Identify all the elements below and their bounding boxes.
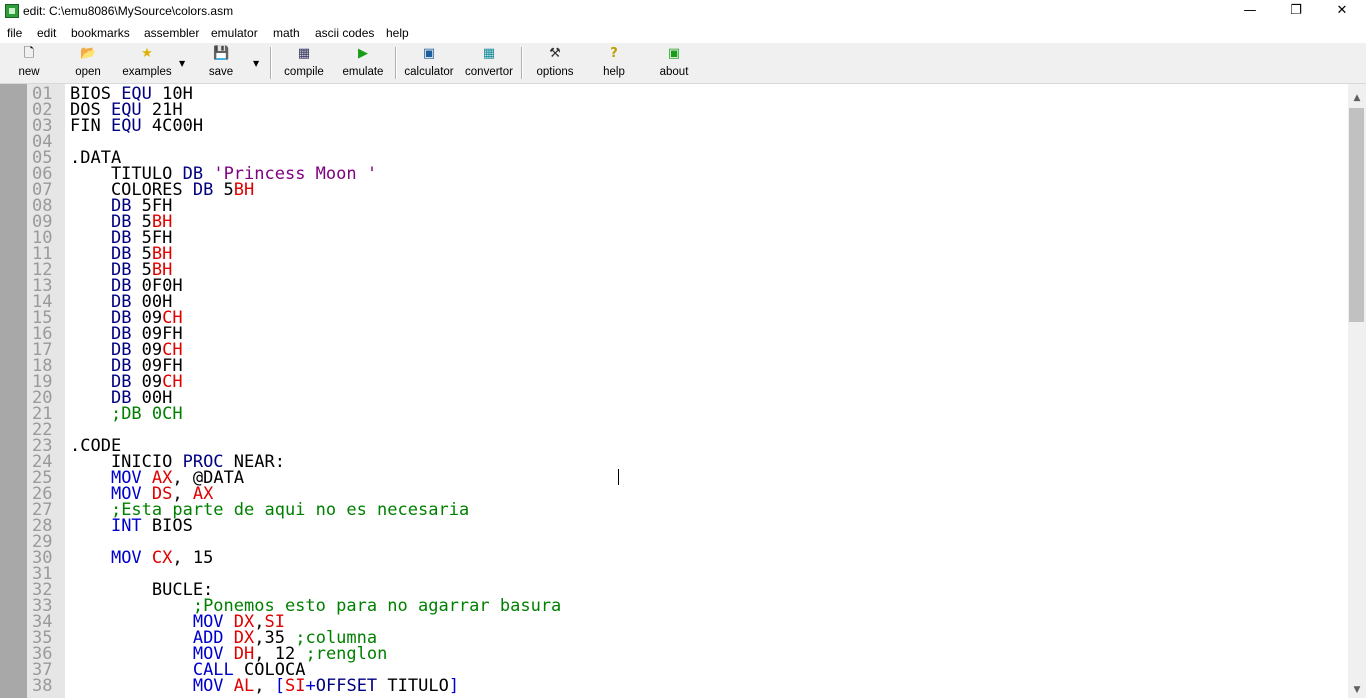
star-icon: ★	[141, 46, 153, 61]
menu-file[interactable]: file	[7, 26, 22, 40]
examples-button[interactable]: ★ examples	[118, 45, 176, 81]
code-line[interactable]: 28 INT BIOS	[32, 516, 193, 536]
menu-bar: file edit bookmarks assembler emulator m…	[0, 23, 1366, 43]
calculator-icon: ▣	[422, 46, 436, 61]
restore-button[interactable]: ❐	[1273, 0, 1319, 23]
calculator-label: calculator	[404, 66, 454, 78]
new-label: new	[18, 66, 40, 78]
save-dropdown-icon[interactable]: ▼	[253, 59, 259, 68]
open-folder-icon: 📂	[80, 46, 97, 61]
convertor-label: convertor	[465, 66, 513, 78]
code-text[interactable]: ;DB 0CH	[70, 404, 183, 424]
toolbar-separator	[395, 47, 397, 79]
code-text[interactable]: MOV CX, 15	[70, 548, 213, 568]
open-button[interactable]: 📂 open	[68, 45, 108, 81]
title-bar: edit: C:\emu8086\MySource\colors.asm — ❐…	[0, 0, 1366, 23]
save-label: save	[208, 66, 234, 78]
options-button[interactable]: ⚒ options	[532, 45, 578, 81]
minimize-button[interactable]: —	[1227, 0, 1273, 23]
about-button[interactable]: ▣ about	[653, 45, 695, 81]
help-icon: ?	[610, 46, 618, 61]
new-file-icon: 🗋	[23, 46, 35, 61]
new-button[interactable]: 🗋 new	[9, 45, 49, 81]
menu-help[interactable]: help	[386, 26, 409, 40]
menu-ascii-codes[interactable]: ascii codes	[315, 26, 374, 40]
menu-bookmarks[interactable]: bookmarks	[71, 26, 130, 40]
help-button[interactable]: ? help	[596, 45, 632, 81]
menu-assembler[interactable]: assembler	[144, 26, 199, 40]
code-line[interactable]: 21 ;DB 0CH	[32, 404, 183, 424]
line-number: 38	[32, 676, 53, 696]
code-line[interactable]: 38 MOV AL, [SI+OFFSET TITULO]	[32, 676, 459, 696]
options-label: options	[536, 66, 574, 78]
emulate-label: emulate	[342, 66, 384, 78]
code-line[interactable]: 30 MOV CX, 15	[32, 548, 213, 568]
compile-button[interactable]: ▦ compile	[280, 45, 328, 81]
toolbar-separator	[521, 47, 523, 79]
code-text[interactable]: INT BIOS	[70, 516, 193, 536]
vertical-scrollbar[interactable]: ▲ ▼	[1348, 84, 1366, 698]
calculator-button[interactable]: ▣ calculator	[401, 45, 457, 81]
window-title: edit: C:\emu8086\MySource\colors.asm	[23, 4, 234, 18]
editor-left-margin	[0, 84, 27, 698]
save-button[interactable]: 💾 save	[201, 45, 241, 81]
app-icon	[5, 4, 19, 18]
menu-edit[interactable]: edit	[37, 26, 56, 40]
help-label: help	[603, 66, 625, 78]
emulate-button[interactable]: ▶ emulate	[338, 45, 388, 81]
compile-label: compile	[284, 66, 324, 78]
scroll-up-arrow-icon[interactable]: ▲	[1348, 90, 1366, 106]
code-text[interactable]: FIN EQU 4C00H	[70, 116, 203, 136]
code-editor[interactable]: 01 BIOS EQU 10H 02 DOS EQU 21H 03 FIN EQU 4C0…	[0, 84, 1348, 698]
play-icon: ▶	[358, 46, 368, 61]
scroll-down-arrow-icon[interactable]: ▼	[1348, 682, 1366, 698]
examples-label: examples	[122, 66, 172, 78]
compile-icon: ▦	[297, 46, 311, 61]
scroll-thumb[interactable]	[1349, 108, 1364, 322]
about-label: about	[659, 66, 689, 78]
menu-math[interactable]: math	[273, 26, 300, 40]
chip-icon: ▣	[667, 46, 681, 61]
floppy-icon: 💾	[213, 46, 230, 61]
menu-emulator[interactable]: emulator	[211, 26, 258, 40]
code-text[interactable]: MOV AL, [SI+OFFSET TITULO]	[70, 676, 459, 696]
tools-icon: ⚒	[549, 46, 561, 61]
close-button[interactable]: ✕	[1319, 0, 1365, 23]
convertor-button[interactable]: ▦ convertor	[461, 45, 517, 81]
examples-dropdown-icon[interactable]: ▼	[179, 59, 185, 68]
code-line[interactable]: 03 FIN EQU 4C00H	[32, 116, 203, 136]
text-caret	[618, 469, 619, 485]
convertor-icon: ▦	[482, 46, 496, 61]
open-label: open	[75, 66, 101, 78]
toolbar-separator	[270, 47, 272, 79]
toolbar: 🗋 new 📂 open ★ examples ▼ 💾 save ▼ ▦ com…	[0, 43, 1366, 84]
